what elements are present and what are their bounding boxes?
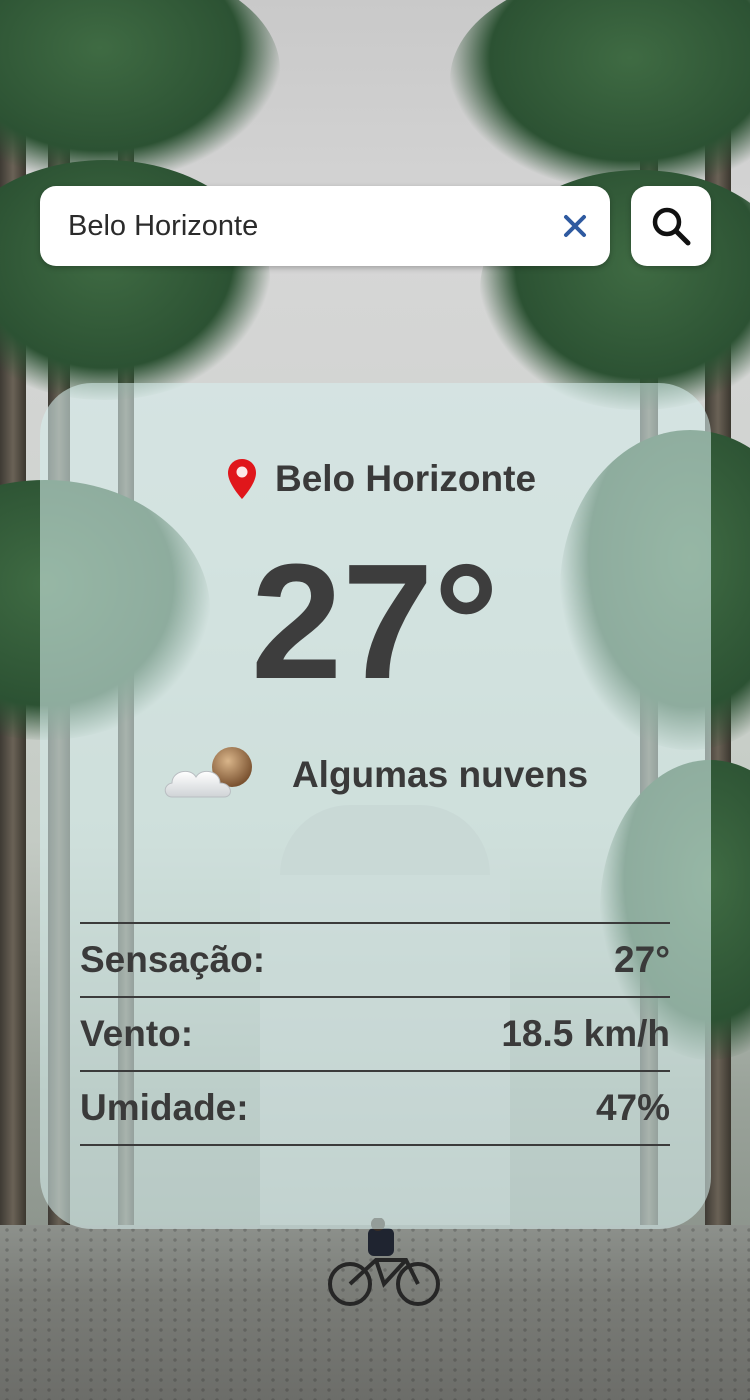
condition-row: Algumas nuvens: [0, 745, 750, 805]
detail-value: 27°: [614, 939, 670, 980]
detail-row-feels-like: Sensação: 27°: [80, 922, 670, 996]
detail-value: 47%: [595, 1087, 670, 1128]
detail-label: Sensação:: [80, 939, 266, 980]
clear-search-button[interactable]: [540, 186, 610, 266]
location-row: Belo Horizonte: [13, 458, 750, 500]
detail-label: Umidade:: [80, 1087, 249, 1128]
search-input[interactable]: [40, 186, 540, 266]
cyclist-figure: [328, 1218, 440, 1306]
search-box: [40, 186, 610, 266]
detail-value: 18.5 km/h: [501, 1013, 670, 1054]
condition-text: Algumas nuvens: [291, 754, 589, 795]
detail-label: Vento:: [80, 1013, 194, 1054]
detail-row-humidity: Umidade: 47%: [80, 1070, 670, 1146]
map-pin-icon: [227, 459, 256, 499]
search-button[interactable]: [631, 186, 711, 266]
detail-row-wind: Vento: 18.5 km/h: [80, 996, 670, 1070]
temperature-value: 27°: [250, 530, 499, 713]
search-icon: [652, 207, 691, 246]
details-list: Sensação: 27° Vento: 18.5 km/h Umidade: …: [80, 922, 670, 1146]
partly-cloudy-icon: [164, 747, 252, 798]
close-icon: [564, 215, 586, 237]
city-name: Belo Horizonte: [274, 458, 537, 499]
